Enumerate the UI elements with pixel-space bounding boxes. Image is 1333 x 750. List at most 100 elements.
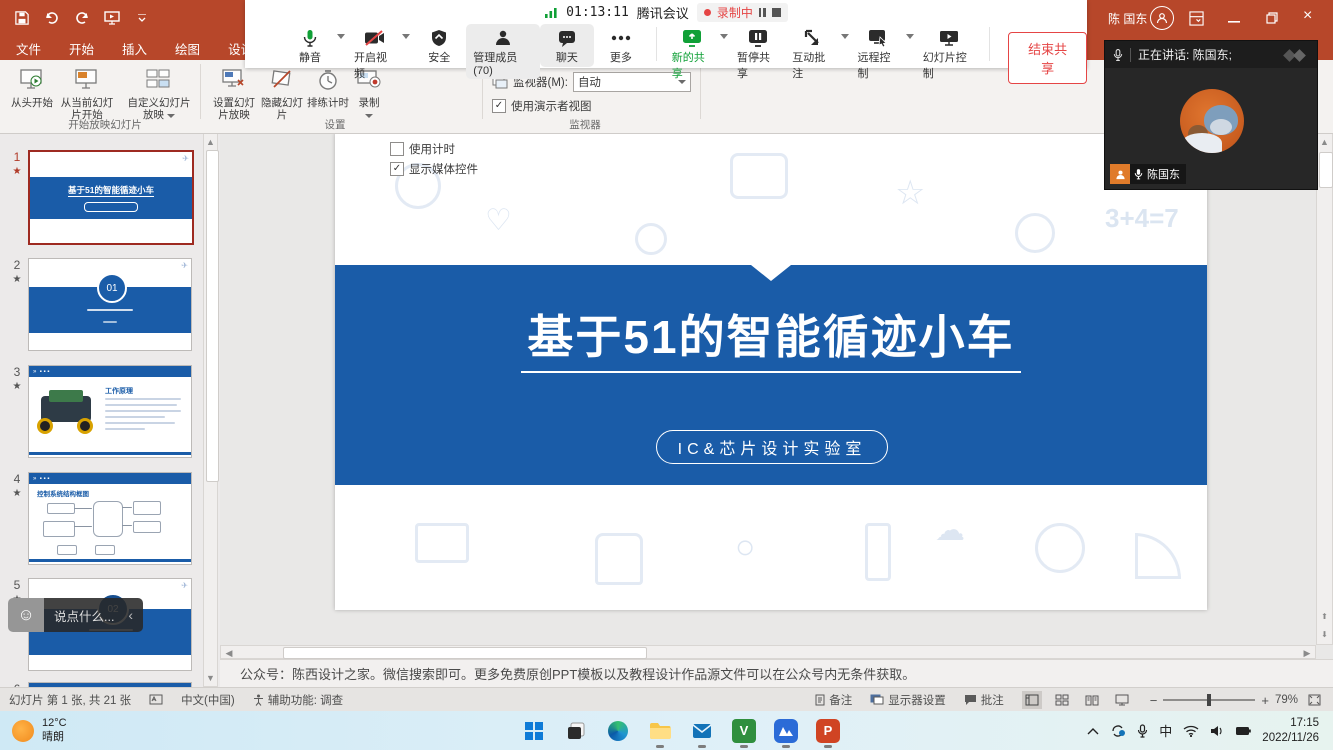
tab-draw[interactable]: 绘图 (161, 36, 214, 60)
clock[interactable]: 17:15 2022/11/26 (1262, 716, 1319, 746)
slide-subtitle-badge[interactable]: IC&芯片设计实验室 (656, 430, 888, 464)
accessibility-status[interactable]: 辅助功能: 调查 (244, 688, 352, 712)
thumbnail-slide-3[interactable]: » ▪ ▪ ▪ 工作原理 (28, 365, 192, 458)
zoom-out-button[interactable]: − (1150, 693, 1158, 708)
slide-title[interactable]: 基于51的智能循迹小车 (335, 301, 1207, 367)
tab-home[interactable]: 开始 (55, 36, 108, 60)
thumbnail-slide-4[interactable]: » ▪ ▪ ▪ 控制系统结构框图 (28, 472, 192, 565)
pause-share-button[interactable]: 暂停共享 (730, 24, 785, 83)
new-share-button[interactable]: 新的共享 (665, 24, 720, 83)
ribbon-display-options-icon[interactable] (1188, 10, 1204, 26)
hide-slide-button[interactable]: 隐藏幻灯片 (260, 62, 304, 121)
normal-view-button[interactable] (1022, 691, 1042, 709)
remote-control-dropdown-icon[interactable] (906, 34, 914, 39)
task-view-icon[interactable] (564, 719, 588, 743)
mail-app-icon[interactable] (690, 719, 714, 743)
close-button[interactable]: × (1303, 7, 1312, 25)
slide-control-button[interactable]: 幻灯片控制 (916, 24, 982, 83)
start-video-button[interactable]: 开启视频 (347, 24, 402, 83)
start-slideshow-icon[interactable] (104, 10, 120, 26)
emoji-icon[interactable]: ☺ (8, 598, 44, 632)
pause-recording-button[interactable] (759, 8, 766, 17)
display-settings-button[interactable]: 显示器设置 (861, 688, 955, 712)
undo-icon[interactable] (44, 10, 60, 26)
customize-qat-icon[interactable] (134, 10, 150, 26)
save-icon[interactable] (14, 10, 30, 26)
use-presenter-view-checkbox[interactable]: ✓ 使用演示者视图 (492, 98, 592, 114)
battery-icon[interactable] (1235, 726, 1251, 736)
account-avatar-icon[interactable] (1150, 6, 1174, 30)
scroll-up-icon[interactable]: ▲ (204, 134, 217, 149)
end-share-button[interactable]: 结束共享 (1008, 32, 1087, 84)
zoom-percentage[interactable]: 79% (1275, 694, 1298, 706)
remote-control-button[interactable]: 远程控制 (851, 24, 906, 83)
manage-members-button[interactable]: 管理成员(70) (466, 24, 540, 79)
green-v-app-icon[interactable]: V (732, 719, 756, 743)
tab-insert[interactable]: 插入 (108, 36, 161, 60)
redo-icon[interactable] (74, 10, 90, 26)
thumbnail-slide-1[interactable]: ✈ 基于51的智能循迹小车 (28, 150, 194, 245)
powerpoint-app-icon[interactable]: P (816, 719, 840, 743)
from-beginning-button[interactable]: 从头开始 (8, 62, 56, 109)
editor-vertical-scrollbar[interactable]: ▲ ⬆ ⬇ (1316, 133, 1333, 645)
slide-sorter-view-button[interactable] (1052, 691, 1072, 709)
sync-status-icon[interactable] (1110, 724, 1126, 738)
tab-file[interactable]: 文件 (0, 36, 55, 60)
custom-slideshow-button[interactable]: 自定义幻灯片放映 (126, 62, 192, 121)
reading-view-button[interactable] (1082, 691, 1102, 709)
mute-button[interactable]: 静音 (283, 24, 337, 67)
setup-slideshow-button[interactable]: 设置幻灯片放映 (208, 62, 260, 121)
editor-horizontal-scrollbar[interactable]: ◀ ▶ (220, 645, 1316, 659)
mute-options-dropdown-icon[interactable] (337, 34, 345, 39)
annotate-button[interactable]: 互动批注 (785, 24, 840, 83)
notes-toggle-button[interactable]: 备注 (806, 688, 861, 712)
scroll-down-icon[interactable]: ▼ (204, 671, 217, 685)
meeting-video-window[interactable]: 正在讲话: 陈国东; 陈国东 (1104, 40, 1318, 190)
video-options-dropdown-icon[interactable] (402, 34, 410, 39)
use-timings-checkbox[interactable]: 使用计时 (390, 141, 455, 157)
thumbnail-slide-2[interactable]: ✈ 01 (28, 258, 192, 351)
tencent-meeting-app-icon[interactable] (774, 719, 798, 743)
edge-browser-icon[interactable] (606, 719, 630, 743)
zoom-slider-thumb[interactable] (1207, 694, 1211, 706)
share-options-dropdown-icon[interactable] (720, 34, 728, 39)
scroll-up-icon[interactable]: ▲ (1317, 134, 1332, 150)
restore-button[interactable] (1264, 10, 1280, 26)
minimize-button[interactable] (1226, 14, 1242, 30)
annotate-dropdown-icon[interactable] (841, 34, 849, 39)
editor-scrollbar-thumb[interactable] (1319, 152, 1333, 188)
previous-slide-button[interactable]: ⬆ (1317, 608, 1332, 624)
chat-input-field[interactable]: 说点什么... ‹ (44, 598, 143, 632)
zoom-slider[interactable] (1163, 699, 1255, 701)
wifi-icon[interactable] (1183, 725, 1199, 737)
rehearse-timings-button[interactable]: 排练计时 (306, 62, 350, 109)
collapse-chat-icon[interactable]: ‹ (128, 607, 133, 623)
slideshow-view-button[interactable] (1112, 691, 1132, 709)
scroll-right-icon[interactable]: ▶ (1301, 646, 1313, 660)
chat-button[interactable]: 聊天 (540, 24, 594, 67)
from-current-slide-button[interactable]: 从当前幻灯片开始 (56, 62, 118, 121)
zoom-in-button[interactable]: + (1261, 693, 1269, 708)
spellcheck-icon[interactable] (140, 688, 172, 712)
ime-indicator[interactable]: 中 (1159, 721, 1172, 740)
volume-icon[interactable] (1210, 725, 1224, 737)
next-slide-button[interactable]: ⬇ (1317, 626, 1332, 642)
comments-button[interactable]: 批注 (955, 688, 1013, 712)
scroll-left-icon[interactable]: ◀ (223, 646, 235, 660)
show-media-controls-checkbox[interactable]: ✓ 显示媒体控件 (390, 161, 478, 177)
microphone-tray-icon[interactable] (1137, 724, 1148, 738)
tray-chevron-icon[interactable] (1087, 727, 1099, 735)
notes-pane[interactable]: 公众号：陈西设计之家。微信搜索即可。更多免费原创PPT模板以及教程设计作品源文件… (220, 659, 1333, 687)
more-button[interactable]: 更多 (594, 24, 648, 67)
thumbnail-scrollbar-thumb[interactable] (206, 150, 219, 482)
file-explorer-icon[interactable] (648, 719, 672, 743)
fit-slide-to-window-button[interactable] (1304, 691, 1324, 709)
main-slide-canvas[interactable]: ♡ ☆ 3+4=7 ○ ☁ 基于51的智能循迹小车 IC&芯片设计实验室 (335, 133, 1207, 610)
start-button[interactable] (522, 719, 546, 743)
security-button[interactable]: 安全 (412, 24, 466, 67)
weather-widget[interactable]: 12°C 晴朗 (0, 717, 412, 745)
stop-recording-button[interactable] (772, 8, 781, 17)
language-indicator[interactable]: 中文(中国) (172, 688, 244, 712)
horizontal-scrollbar-thumb[interactable] (283, 647, 647, 659)
thumbnail-scrollbar[interactable]: ▲ ▼ (203, 133, 218, 687)
